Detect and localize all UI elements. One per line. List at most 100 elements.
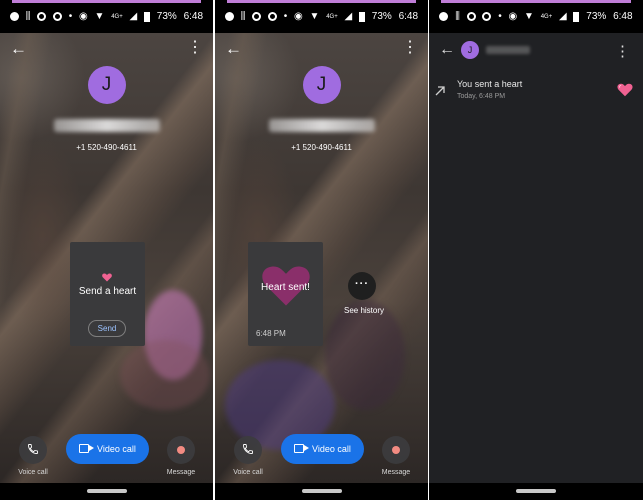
send-heart-button[interactable]: Send	[88, 320, 126, 337]
clock: 6:48	[398, 11, 419, 22]
call-screen-heart-sent: ⫼ • ◉ ▼ 4G+ ◢ 73% 6:48 ← ⋮ J +1 520-490-…	[215, 0, 428, 500]
phone-icon	[28, 444, 38, 454]
videocam-icon	[79, 444, 94, 453]
phone-number: +1 520-490-4611	[76, 143, 137, 152]
wifi-icon: ▼	[309, 11, 320, 22]
blurred-object	[325, 300, 405, 410]
see-history-label: See history	[343, 306, 385, 315]
eye-icon: ◉	[79, 11, 88, 22]
sync-icon	[466, 12, 476, 21]
video-call-button[interactable]: Video call	[281, 434, 364, 464]
back-arrow-icon[interactable]: ←	[10, 40, 27, 57]
battery-level: 73%	[156, 11, 177, 22]
back-arrow-icon[interactable]: ←	[225, 40, 242, 57]
wifi-icon: ▼	[94, 11, 105, 22]
app-icon	[267, 12, 277, 21]
nav-bar	[215, 483, 428, 500]
more-vert-icon[interactable]: ⋮	[615, 42, 630, 60]
home-gesture-pill[interactable]	[86, 489, 127, 493]
eye-icon: ◉	[294, 11, 303, 22]
app-icon	[482, 12, 492, 21]
voice-call-button[interactable]	[234, 436, 262, 464]
contact-name-redacted	[268, 119, 375, 132]
battery-icon	[143, 11, 150, 22]
voice-call-button[interactable]	[19, 436, 47, 464]
notification-icon	[439, 12, 449, 21]
status-bar: ⫼ • ◉ ▼ 4G+ ◢ 73% 6:48	[429, 0, 643, 33]
phone-icon	[243, 444, 253, 454]
see-history-button[interactable]: ···	[348, 272, 376, 300]
home-gesture-pill[interactable]	[516, 489, 556, 493]
avatar: J	[87, 66, 126, 104]
sent-time: 6:48 PM	[256, 329, 286, 338]
send-heart-card: Send a heart Send	[70, 242, 145, 346]
videocam-icon	[294, 444, 309, 453]
clock: 6:48	[613, 11, 633, 22]
more-vert-icon[interactable]: ⋮	[187, 40, 203, 56]
home-gesture-pill[interactable]	[301, 489, 342, 493]
message-button[interactable]	[167, 436, 195, 464]
phone-number: +1 520-490-4611	[291, 143, 352, 152]
network-type: 4G+	[326, 13, 338, 20]
history-event-time: Today, 6:48 PM	[457, 93, 506, 100]
status-accent-line	[227, 0, 416, 3]
app-icon	[52, 12, 62, 21]
call-screen-send-heart: ⫼ • ◉ ▼ 4G+ ◢ 73% 6:48 ← ⋮ J +1 520-490-…	[0, 0, 213, 500]
wifi-icon: ▼	[524, 11, 534, 22]
back-arrow-icon[interactable]: ←	[439, 42, 455, 58]
network-type: 4G+	[111, 13, 123, 20]
history-event-title: You sent a heart	[457, 79, 523, 89]
video-call-button[interactable]: Video call	[66, 434, 149, 464]
signal-icon: ⫼	[25, 11, 31, 22]
status-icons: ⫼ • ◉ ▼ 4G+ ◢ 73% 6:48	[429, 11, 643, 22]
network-type: 4G+	[540, 13, 553, 20]
blurred-object	[120, 340, 210, 410]
card-title: Heart sent!	[261, 282, 310, 293]
status-bar: ⫼ • ◉ ▼ 4G+ ◢ 73% 6:48	[215, 0, 428, 33]
notification-icon	[224, 12, 234, 21]
sync-icon	[37, 12, 47, 21]
cell-icon: ◢	[129, 11, 138, 22]
nav-bar	[0, 483, 213, 500]
cell-icon: ◢	[344, 11, 353, 22]
message-label: Message	[381, 469, 411, 476]
more-vert-icon[interactable]: ⋮	[402, 40, 418, 56]
heart-history-screen: ⫼ • ◉ ▼ 4G+ ◢ 73% 6:48 ← J ⋮ You sent a …	[429, 0, 643, 500]
heart-icon	[102, 273, 112, 282]
contact-name-redacted	[486, 46, 530, 54]
heart-sent-card: Heart sent! 6:48 PM	[248, 242, 323, 346]
voice-call-label: Voice call	[233, 469, 263, 476]
status-icons: ⫼ • ◉ ▼ 4G+ ◢ 73% 6:48	[215, 11, 428, 22]
dot-icon: •	[498, 11, 502, 22]
avatar: J	[302, 66, 341, 104]
heart-icon	[617, 83, 633, 97]
card-title: Send a heart	[78, 286, 137, 297]
video-call-label: Video call	[97, 444, 136, 454]
history-item[interactable]: You sent a heart Today, 6:48 PM	[429, 74, 643, 110]
message-label: Message	[166, 469, 196, 476]
battery-level: 73%	[586, 11, 607, 22]
status-icons: ⫼ • ◉ ▼ 4G+ ◢ 73% 6:48	[0, 11, 213, 22]
battery-icon	[358, 11, 365, 22]
signal-icon: ⫼	[240, 11, 246, 22]
message-button[interactable]	[382, 436, 410, 464]
notification-icon	[9, 12, 19, 21]
voice-call-label: Voice call	[18, 469, 48, 476]
contact-name-redacted	[53, 119, 160, 132]
battery-level: 73%	[371, 11, 392, 22]
clock: 6:48	[183, 11, 204, 22]
message-dot-icon	[177, 446, 185, 454]
cell-icon: ◢	[559, 11, 567, 22]
message-dot-icon	[392, 446, 400, 454]
battery-icon	[573, 11, 580, 22]
status-accent-line	[12, 0, 201, 3]
dot-icon: •	[283, 11, 288, 22]
outgoing-arrow-icon	[435, 86, 445, 96]
signal-icon: ⫼	[455, 11, 460, 22]
dot-icon: •	[68, 11, 73, 22]
video-call-label: Video call	[312, 444, 351, 454]
eye-icon: ◉	[508, 11, 518, 22]
status-accent-line	[441, 0, 631, 3]
avatar: J	[461, 41, 479, 59]
nav-bar	[429, 483, 643, 500]
